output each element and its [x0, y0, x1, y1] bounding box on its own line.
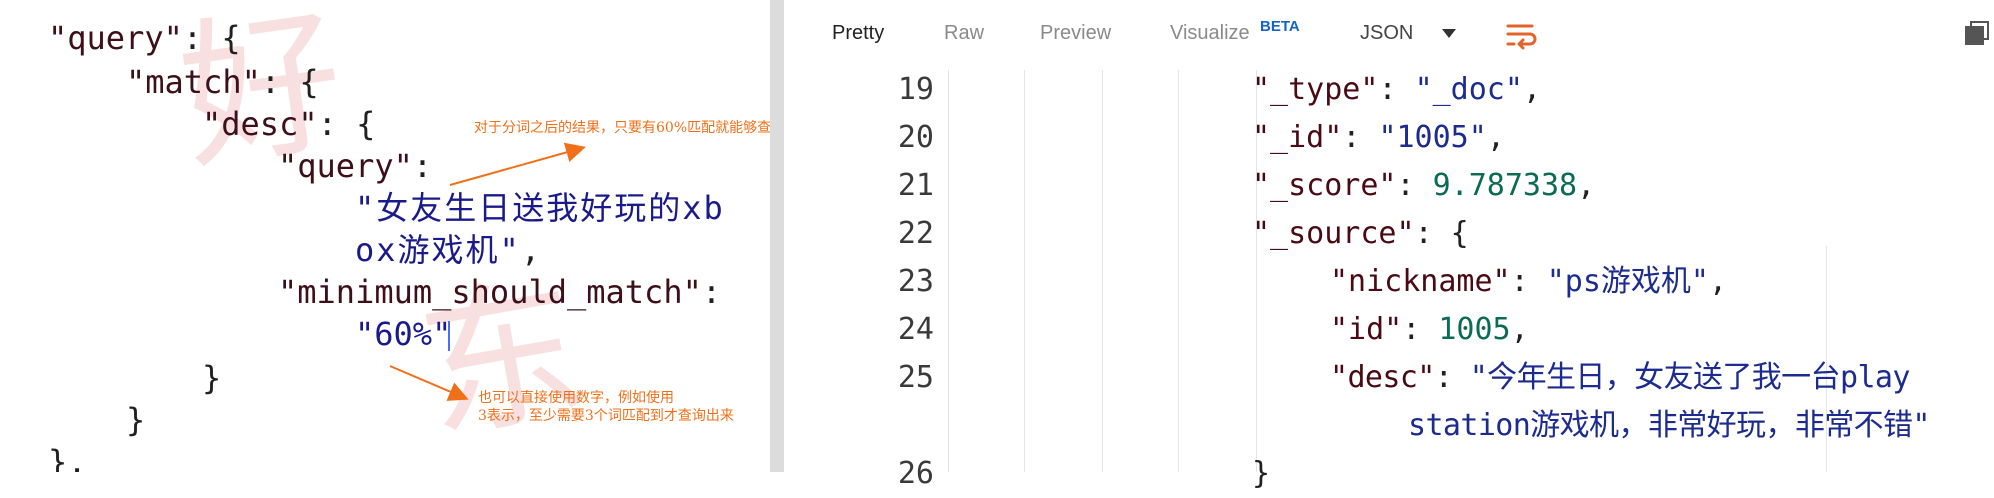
indent-guide	[948, 70, 949, 472]
json-line: }	[1252, 456, 1271, 491]
json-line: "desc": "今年生日，女友送了我一台play	[1330, 360, 1910, 395]
code-line: "query": {	[48, 19, 241, 57]
code-line: "desc": {	[202, 105, 376, 143]
code-line: ox游戏机",	[355, 231, 543, 269]
annotation-arrow	[389, 365, 469, 401]
code-line: }	[126, 401, 146, 439]
tab-visualize[interactable]: Visualize	[1170, 22, 1250, 45]
json-line: station游戏机，非常好玩，非常不错"	[1408, 408, 1931, 443]
pane-divider[interactable]	[770, 0, 784, 472]
line-number: 25	[897, 360, 934, 395]
annotation-note: 对于分词之后的结果，只要有60%匹配就能够查询出来	[474, 120, 770, 136]
copy-icon[interactable]	[1964, 20, 1990, 46]
json-line: "id": 1005,	[1330, 312, 1529, 347]
code-line: }	[202, 359, 222, 397]
indent-guide	[1024, 70, 1025, 472]
beta-badge: BETA	[1260, 18, 1300, 35]
code-line: "match": {	[126, 63, 319, 101]
code-line: "女友生日送我好玩的xb	[355, 189, 725, 227]
annotation-note: 也可以直接使用数字，例如使用	[478, 390, 674, 406]
json-line: "_source": {	[1252, 216, 1469, 251]
tab-pretty[interactable]: Pretty	[832, 22, 884, 45]
annotation-note: 3表示，至少需要3个词匹配到才查询出来	[478, 408, 734, 424]
tab-preview[interactable]: Preview	[1040, 22, 1111, 45]
line-number: 20	[897, 120, 934, 155]
line-number: 26	[897, 456, 934, 491]
line-number: 21	[897, 168, 934, 203]
line-number: 22	[897, 216, 934, 251]
code-line: "60%"	[355, 315, 452, 353]
request-editor[interactable]: 好 东 "query": { "match": { "desc": { "que…	[0, 0, 770, 472]
wrap-lines-icon[interactable]	[1504, 18, 1538, 52]
json-line: "_type": "_doc",	[1252, 72, 1541, 107]
line-number: 24	[897, 312, 934, 347]
line-number: 23	[897, 264, 934, 299]
response-viewer: Pretty Raw Preview Visualize BETA JSON 1…	[784, 0, 1994, 491]
chevron-down-icon[interactable]	[1442, 29, 1456, 38]
line-number: 19	[897, 72, 934, 107]
response-tabs: Pretty Raw Preview Visualize BETA JSON	[784, 0, 1994, 70]
tab-raw[interactable]: Raw	[944, 22, 984, 45]
code-line: "minimum_should_match":	[278, 273, 722, 311]
json-line: "_id": "1005",	[1252, 120, 1505, 155]
code-line: },	[48, 443, 87, 472]
json-line: "_score": 9.787338,	[1252, 168, 1596, 203]
annotation-arrow	[449, 142, 586, 186]
format-select[interactable]: JSON	[1360, 22, 1413, 45]
indent-guide	[1102, 70, 1103, 472]
json-line: "nickname": "ps游戏机",	[1330, 264, 1728, 299]
code-line: "query":	[278, 147, 433, 185]
indent-guide	[1178, 70, 1179, 472]
text-cursor	[448, 321, 451, 351]
